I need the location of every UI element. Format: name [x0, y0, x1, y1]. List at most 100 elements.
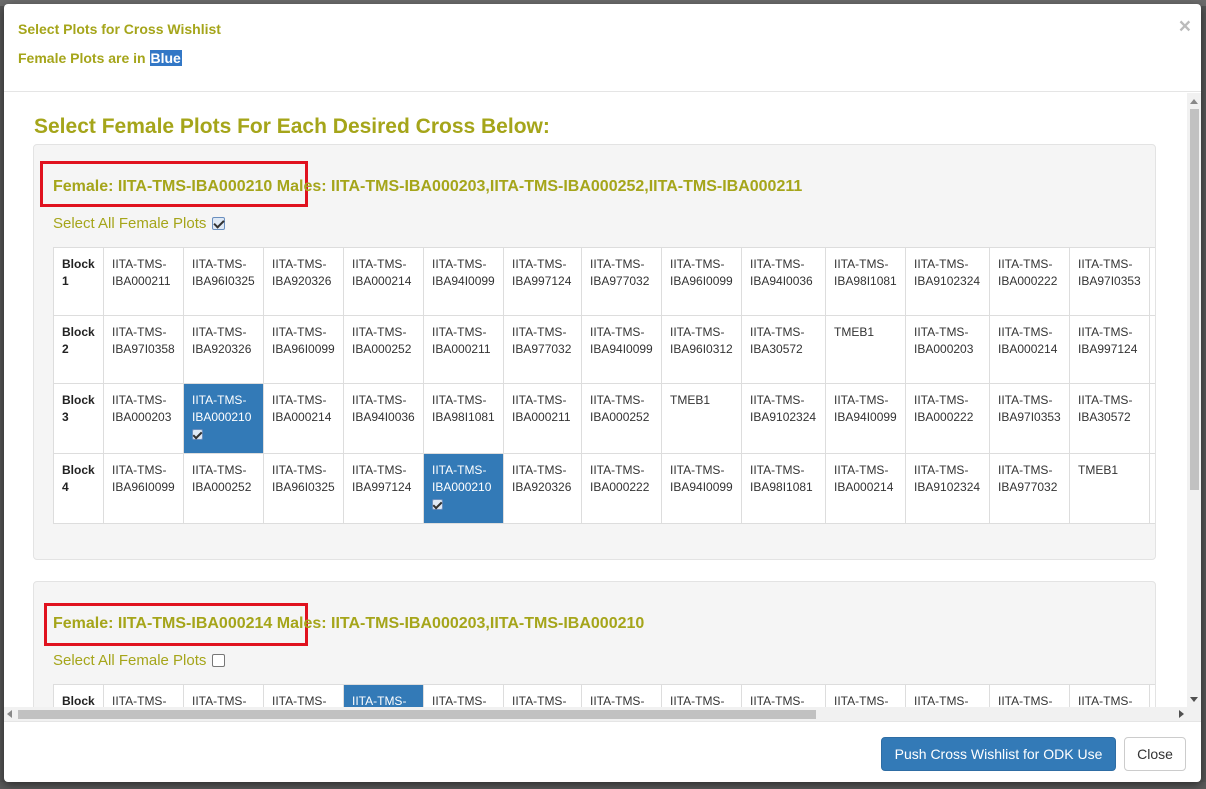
plot-checkbox[interactable]: [432, 499, 443, 510]
close-button[interactable]: Close: [1124, 737, 1186, 771]
plot-cell[interactable]: IITA-TMS-IBA9102324: [905, 453, 990, 524]
plot-cell[interactable]: TMEB1: [1069, 453, 1150, 524]
plot-cell[interactable]: IITA-TMS-IBA000222: [581, 453, 662, 524]
plot-cell[interactable]: IITA-TMS-: [661, 684, 742, 707]
plot-cell[interactable]: IITA-TMS-IBA997124: [343, 453, 424, 524]
plot-cell[interactable]: IITA-TMS-IBA9102324: [905, 247, 990, 316]
plot-cell[interactable]: IITA-TMS-: [503, 684, 582, 707]
plot-cell[interactable]: IITA-TMS-IBA97I0353: [1069, 247, 1150, 316]
plot-cell[interactable]: IITA-TMS-IBA9102324: [741, 383, 826, 454]
table-row: Block 4 IITA-TMS-IBA96I0099 IITA-TMS-IBA00…: [53, 453, 1155, 524]
plot-cell[interactable]: IITA-TMS-IBA99: [1149, 383, 1155, 454]
plot-cell[interactable]: IITA-TMS-IBA000203: [103, 383, 184, 454]
plot-cell[interactable]: IITA-T: [1149, 684, 1155, 707]
plot-name: IITA-TMS-IBA000222: [998, 257, 1058, 288]
plot-cell[interactable]: IITA-TMS-IBA96I0325: [263, 453, 344, 524]
plot-cell-selected[interactable]: IITA-TMS-: [343, 684, 424, 707]
plot-cell[interactable]: IITA-TMS-: [1069, 684, 1150, 707]
plot-cell[interactable]: IITA-TMS-IBA94I0099: [581, 315, 662, 384]
scroll-up-icon[interactable]: [1190, 99, 1198, 104]
plot-cell[interactable]: IITA-TMS-IBA000252: [581, 383, 662, 454]
plot-cell[interactable]: IITA-TMS-IBA98: [1149, 315, 1155, 384]
plot-cell[interactable]: IITA-TMS-: [905, 684, 990, 707]
block-label: Block 1: [53, 247, 104, 316]
plot-cell[interactable]: IITA-TMS-: [263, 684, 344, 707]
cross-title: Female: IITA-TMS-IBA000214 Males: IITA-T…: [53, 615, 644, 633]
plot-cell[interactable]: IITA-TMS-: [581, 684, 662, 707]
plot-cell[interactable]: IITA-TMS-IBA98I1081: [825, 247, 906, 316]
plot-cell[interactable]: IITA-TMS-IBA920326: [183, 315, 264, 384]
plot-cell[interactable]: IITA-TMS-: [103, 684, 184, 707]
plot-cell[interactable]: IITA-TMS-IBA96I0099: [103, 453, 184, 524]
plot-cell[interactable]: IITA-TMS-IBA96I0325: [183, 247, 264, 316]
plot-cell[interactable]: IITA-TMS-IBA920326: [263, 247, 344, 316]
plot-name: IITA-TMS-IBA000214: [352, 257, 412, 288]
plot-cell[interactable]: IITA-TMS-IBA98I1081: [741, 453, 826, 524]
select-all-checkbox[interactable]: [212, 654, 226, 667]
push-wishlist-button[interactable]: Push Cross Wishlist for ODK Use: [881, 737, 1116, 771]
plot-name: IITA-TMS-IBA94I0099: [670, 463, 733, 494]
plot-cell[interactable]: IITA-TMS-IBA94I0099: [825, 383, 906, 454]
select-all-checkbox[interactable]: [212, 217, 226, 230]
plot-cell[interactable]: IITA-TMS-IBA30572: [1069, 383, 1150, 454]
plot-name: IITA-TMS-IBA997124: [512, 257, 572, 288]
section-heading: Select Female Plots For Each Desired Cro…: [34, 115, 550, 138]
plot-cell[interactable]: IITA-TMS-IBA920326: [503, 453, 582, 524]
plot-name: IITA-TMS-IBA000222: [914, 393, 974, 424]
plot-checkbox[interactable]: [192, 429, 203, 440]
plot-cell[interactable]: IITA-TMS-: [825, 684, 906, 707]
plot-cell[interactable]: IITA-TMS-IBA000222: [905, 383, 990, 454]
scrollbar-thumb[interactable]: [18, 710, 816, 719]
plot-cell[interactable]: IITA-TMS-IBA000: [1149, 453, 1155, 524]
plot-cell[interactable]: IITA-TMS-IBA000222: [989, 247, 1070, 316]
plot-cell[interactable]: IITA-TMS-IBA000252: [183, 453, 264, 524]
plot-cell[interactable]: IITA-TMS-IBA94I0099: [661, 453, 742, 524]
plot-cell[interactable]: IITA-TMS-IBA94I0036: [343, 383, 424, 454]
close-icon[interactable]: ×: [1179, 16, 1191, 37]
plot-cell[interactable]: IITA-TMS-IBA977032: [503, 315, 582, 384]
plot-cell[interactable]: IITA-TMS-IBA000: [1149, 247, 1155, 316]
plot-cell[interactable]: IITA-TMS-IBA000214: [263, 383, 344, 454]
plot-cell[interactable]: IITA-TMS-IBA000214: [989, 315, 1070, 384]
plot-cell[interactable]: IITA-TMS-IBA30572: [741, 315, 826, 384]
subtitle-text: Female Plots are in: [18, 50, 150, 66]
plot-cell[interactable]: IITA-TMS-IBA94I0099: [423, 247, 504, 316]
plot-cell[interactable]: IITA-TMS-IBA000211: [103, 247, 184, 316]
plot-cell[interactable]: IITA-TMS-IBA000214: [343, 247, 424, 316]
plot-cell[interactable]: IITA-TMS-IBA000211: [503, 383, 582, 454]
plot-cell[interactable]: IITA-TMS-IBA97I0358: [103, 315, 184, 384]
plot-name: IITA-TMS-IBA94I0036: [750, 257, 813, 288]
plot-cell[interactable]: IITA-TMS-: [423, 684, 504, 707]
plot-cell[interactable]: TMEB1: [825, 315, 906, 384]
plot-cell[interactable]: IITA-TMS-: [183, 684, 264, 707]
plot-cell[interactable]: IITA-TMS-IBA000252: [343, 315, 424, 384]
plot-name: IITA-TMS-: [432, 694, 487, 707]
plot-cell[interactable]: IITA-TMS-IBA997124: [1069, 315, 1150, 384]
plot-cell[interactable]: IITA-TMS-IBA97I0353: [989, 383, 1070, 454]
plot-cell-selected[interactable]: IITA-TMS-IBA000210: [423, 453, 504, 524]
plot-cell[interactable]: IITA-TMS-IBA977032: [989, 453, 1070, 524]
horizontal-scrollbar[interactable]: [4, 707, 1187, 721]
plot-cell[interactable]: IITA-TMS-IBA98I1081: [423, 383, 504, 454]
plot-cell[interactable]: IITA-TMS-IBA96I0099: [263, 315, 344, 384]
plot-cell[interactable]: IITA-TMS-IBA997124: [503, 247, 582, 316]
plot-cell[interactable]: IITA-TMS-IBA000211: [423, 315, 504, 384]
plot-name: IITA-TMS-: [512, 694, 567, 707]
plot-cell[interactable]: IITA-TMS-IBA000214: [825, 453, 906, 524]
scrollbar-thumb[interactable]: [1190, 109, 1199, 490]
plot-cell[interactable]: IITA-TMS-IBA977032: [581, 247, 662, 316]
plot-cell[interactable]: IITA-TMS-IBA94I0036: [741, 247, 826, 316]
modal-body[interactable]: Select Female Plots For Each Desired Cro…: [4, 93, 1201, 721]
plot-cell[interactable]: IITA-TMS-IBA96I0312: [661, 315, 742, 384]
vertical-scrollbar[interactable]: [1187, 93, 1201, 721]
scroll-left-icon[interactable]: [7, 710, 12, 718]
plot-cell-selected[interactable]: IITA-TMS-IBA000210: [183, 383, 264, 454]
plot-name: IITA-TMS-IBA9102324: [914, 257, 981, 288]
plot-cell[interactable]: IITA-TMS-: [989, 684, 1070, 707]
scroll-right-icon[interactable]: [1179, 710, 1184, 718]
plot-cell[interactable]: IITA-TMS-IBA96I0099: [661, 247, 742, 316]
plot-cell[interactable]: IITA-TMS-: [741, 684, 826, 707]
scroll-down-icon[interactable]: [1190, 697, 1198, 702]
plot-cell[interactable]: IITA-TMS-IBA000203: [905, 315, 990, 384]
plot-cell[interactable]: TMEB1: [661, 383, 742, 454]
